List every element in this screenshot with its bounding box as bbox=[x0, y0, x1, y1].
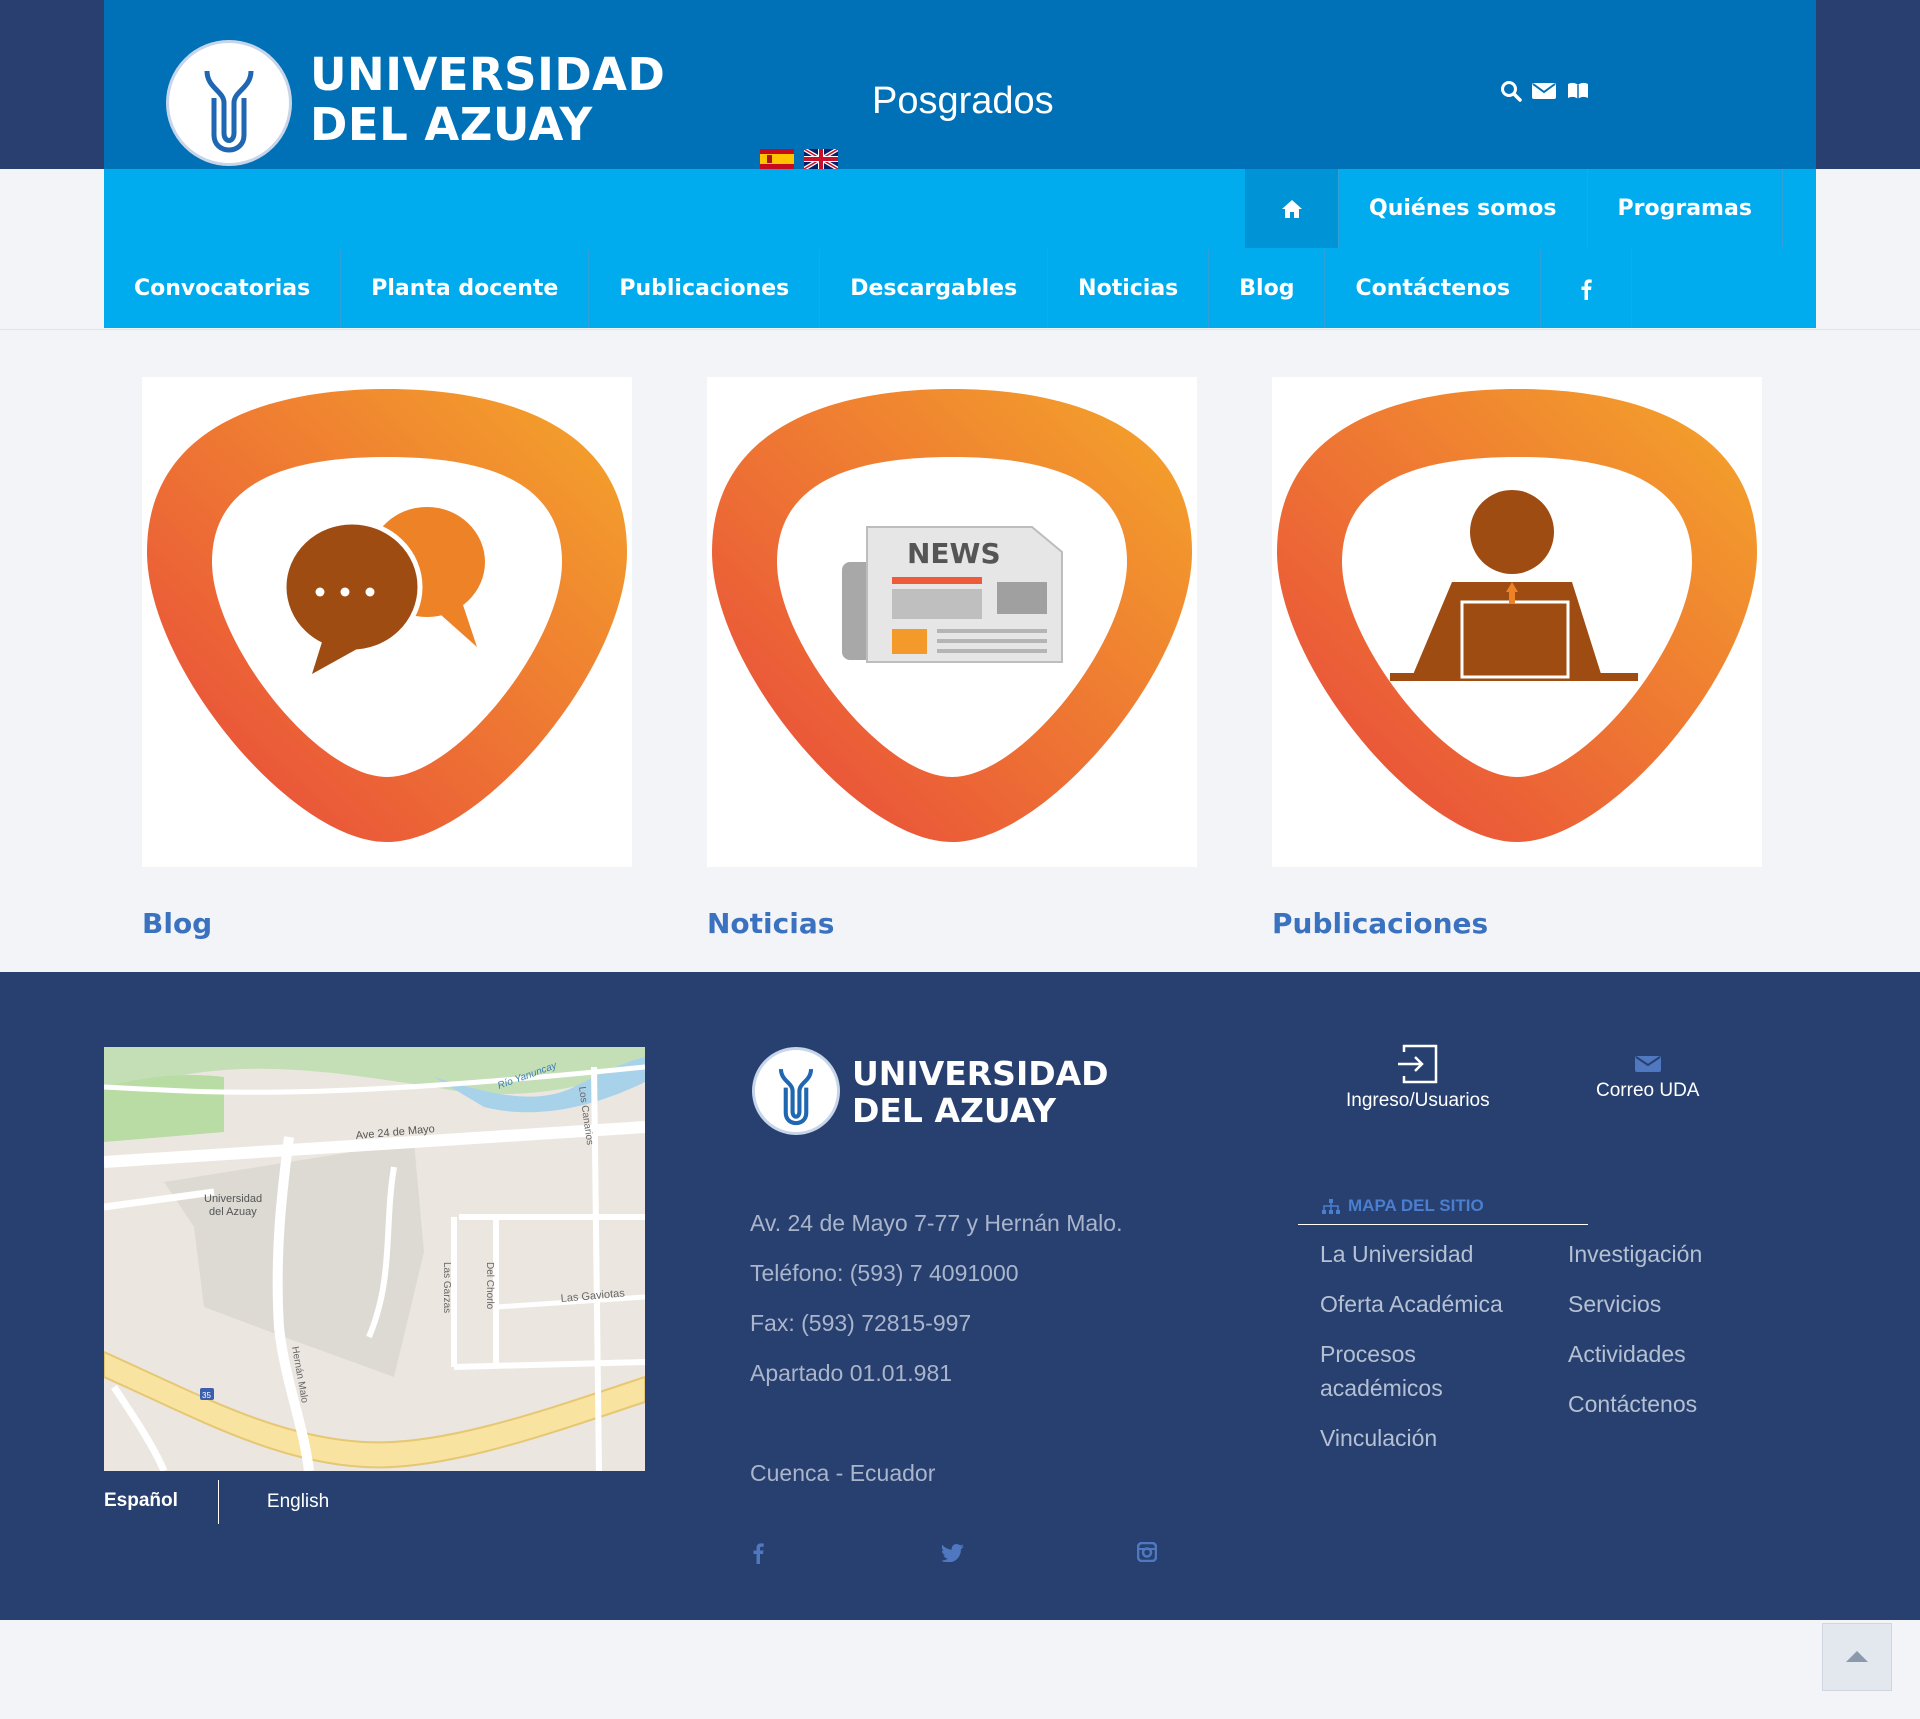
footer-logo-emblem bbox=[752, 1047, 840, 1135]
nav-row-2: Convocatorias Planta docente Publicacion… bbox=[104, 249, 1633, 328]
book-icon[interactable] bbox=[1567, 81, 1589, 101]
link-oferta-academica[interactable]: Oferta Académica bbox=[1320, 1287, 1540, 1321]
mail-link[interactable]: Correo UDA bbox=[1596, 1054, 1699, 1102]
nav-contactenos[interactable]: Contáctenos bbox=[1325, 249, 1542, 328]
map-label-uda-1: Universidad bbox=[204, 1193, 262, 1205]
link-servicios[interactable]: Servicios bbox=[1568, 1287, 1702, 1321]
facebook-icon bbox=[1581, 279, 1592, 300]
nav-noticias[interactable]: Noticias bbox=[1048, 249, 1210, 328]
header-tools bbox=[1500, 80, 1595, 102]
mail-label: Correo UDA bbox=[1596, 1080, 1700, 1101]
mail-icon bbox=[1634, 1056, 1661, 1072]
footer-logo-text: UNIVERSIDAD DEL AZUAY bbox=[852, 1055, 1109, 1129]
english-flag-icon[interactable] bbox=[803, 147, 840, 171]
address-line: Av. 24 de Mayo 7-77 y Hernán Malo. bbox=[750, 1210, 1123, 1236]
newspaper-headline: NEWS bbox=[907, 537, 1001, 570]
twitter-icon[interactable] bbox=[940, 1542, 964, 1568]
sitemap-icon bbox=[1322, 1199, 1340, 1214]
link-procesos-academicos[interactable]: Procesos académicos bbox=[1320, 1337, 1520, 1405]
nav-programas[interactable]: Programas bbox=[1588, 169, 1783, 248]
po-box-line: Apartado 01.01.981 bbox=[750, 1360, 953, 1386]
link-vinculacion[interactable]: Vinculación bbox=[1320, 1421, 1540, 1455]
map-label-garzas: Las Garzas bbox=[441, 1262, 452, 1313]
sitemap-title: MAPA DEL SITIO bbox=[1298, 1196, 1588, 1225]
login-label: Ingreso/Usuarios bbox=[1346, 1090, 1490, 1111]
logo-line-1: UNIVERSIDAD bbox=[310, 48, 666, 101]
language-flags bbox=[760, 147, 844, 171]
card-blog-title[interactable]: Blog bbox=[142, 907, 632, 940]
nav-convocatorias[interactable]: Convocatorias bbox=[104, 249, 342, 328]
login-icon bbox=[1397, 1044, 1438, 1084]
location-map[interactable]: Ave 24 de Mayo Universidad del Azuay Los… bbox=[104, 1047, 645, 1471]
footer-logo-line-1: UNIVERSIDAD bbox=[852, 1054, 1109, 1093]
card-noticias-image[interactable]: NEWS bbox=[707, 377, 1197, 867]
sitemap-links-left: La Universidad Oferta Académica Procesos… bbox=[1320, 1237, 1540, 1471]
map-label-chorlo: Del Chorlo bbox=[484, 1262, 495, 1310]
nav-facebook[interactable] bbox=[1541, 249, 1633, 328]
chevron-up-icon bbox=[1846, 1651, 1868, 1662]
main-nav: Quiénes somos Programas Convocatorias Pl… bbox=[104, 169, 1816, 328]
link-actividades[interactable]: Actividades bbox=[1568, 1337, 1702, 1371]
map-highway-badge: 35 bbox=[202, 1391, 211, 1400]
link-investigacion[interactable]: Investigación bbox=[1568, 1237, 1702, 1271]
logo-text: UNIVERSIDAD DEL AZUAY bbox=[310, 50, 665, 150]
lang-english[interactable]: English bbox=[217, 1480, 369, 1524]
card-noticias[interactable]: NEWS Noticias bbox=[707, 377, 1197, 940]
site-footer: Ave 24 de Mayo Universidad del Azuay Los… bbox=[0, 972, 1920, 1620]
newspaper-icon: NEWS bbox=[842, 526, 1063, 663]
card-publicaciones[interactable]: Publicaciones bbox=[1272, 377, 1762, 940]
spanish-flag-icon[interactable] bbox=[760, 149, 794, 169]
nav-row-1: Quiénes somos Programas bbox=[1245, 169, 1783, 248]
envelope-icon[interactable] bbox=[1532, 81, 1557, 101]
university-logo[interactable]: UNIVERSIDAD DEL AZUAY bbox=[166, 40, 686, 170]
card-blog-image[interactable] bbox=[142, 377, 632, 867]
map-label-uda-2: del Azuay bbox=[209, 1206, 257, 1218]
instagram-icon[interactable] bbox=[1136, 1541, 1158, 1568]
nav-publicaciones[interactable]: Publicaciones bbox=[589, 249, 821, 328]
logo-line-2: DEL AZUAY bbox=[310, 98, 593, 151]
card-publicaciones-image[interactable] bbox=[1272, 377, 1762, 867]
card-noticias-title[interactable]: Noticias bbox=[707, 907, 1197, 940]
card-blog[interactable]: Blog bbox=[142, 377, 632, 940]
link-contactenos[interactable]: Contáctenos bbox=[1568, 1387, 1702, 1421]
login-link[interactable]: Ingreso/Usuarios bbox=[1346, 1044, 1490, 1112]
link-la-universidad[interactable]: La Universidad bbox=[1320, 1237, 1540, 1271]
nav-blog[interactable]: Blog bbox=[1209, 249, 1326, 328]
language-switch: Español English bbox=[104, 1480, 369, 1524]
site-title: Posgrados bbox=[872, 80, 1054, 122]
nav-planta-docente[interactable]: Planta docente bbox=[341, 249, 590, 328]
sitemap-links-right: Investigación Servicios Actividades Cont… bbox=[1568, 1237, 1702, 1437]
fax-line: Fax: (593) 72815-997 bbox=[750, 1310, 972, 1336]
sitemap-label: MAPA DEL SITIO bbox=[1348, 1196, 1484, 1215]
contact-address: Av. 24 de Mayo 7-77 y Hernán Malo. Teléf… bbox=[750, 1198, 1122, 1498]
back-to-top-button[interactable] bbox=[1822, 1623, 1892, 1691]
search-icon[interactable] bbox=[1500, 80, 1522, 102]
city-line: Cuenca - Ecuador bbox=[750, 1460, 936, 1486]
footer-logo-line-2: DEL AZUAY bbox=[852, 1091, 1056, 1130]
site-header: UNIVERSIDAD DEL AZUAY Posgrados bbox=[104, 0, 1816, 171]
card-publicaciones-title[interactable]: Publicaciones bbox=[1272, 907, 1762, 940]
facebook-icon[interactable] bbox=[752, 1542, 764, 1570]
phone-line: Teléfono: (593) 7 4091000 bbox=[750, 1260, 1019, 1286]
home-icon bbox=[1281, 200, 1302, 218]
nav-home[interactable] bbox=[1245, 169, 1339, 248]
logo-emblem bbox=[166, 40, 292, 166]
lang-espanol[interactable]: Español bbox=[104, 1490, 218, 1524]
nav-descargables[interactable]: Descargables bbox=[820, 249, 1049, 328]
nav-quienes-somos[interactable]: Quiénes somos bbox=[1339, 169, 1588, 248]
